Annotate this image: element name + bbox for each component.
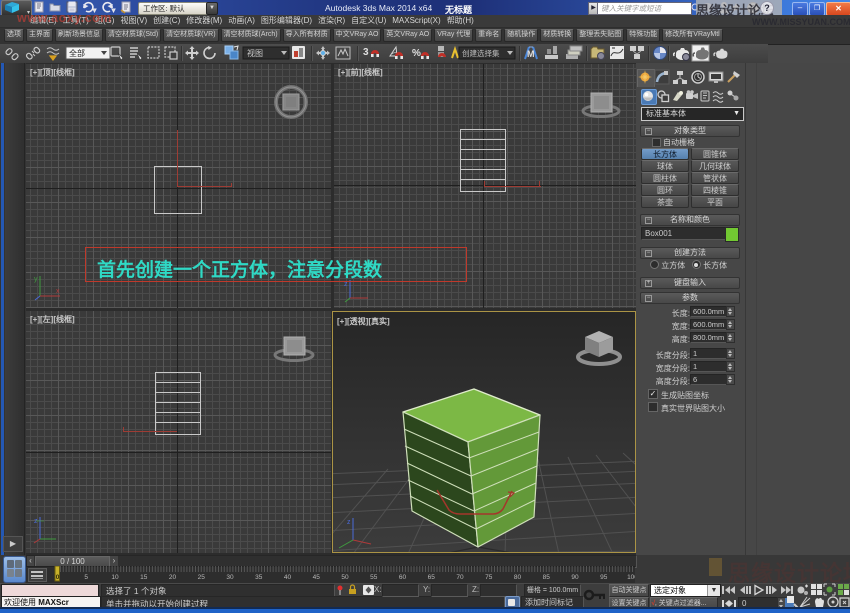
svg-text:x: x [56, 288, 60, 295]
svg-text:z: z [344, 281, 348, 288]
svg-text:90: 90 [571, 574, 579, 581]
svg-text:y: y [34, 276, 38, 283]
svg-text:35: 35 [255, 574, 263, 581]
svg-text:视图: 视图 [247, 48, 263, 58]
svg-text:全部: 全部 [69, 48, 85, 58]
svg-text:创建选择集: 创建选择集 [462, 48, 500, 58]
svg-text:5: 5 [84, 574, 88, 581]
svg-text:M: M [527, 49, 535, 59]
svg-text:30: 30 [226, 574, 234, 581]
svg-text:▾: ▾ [112, 8, 115, 14]
svg-text:75: 75 [485, 574, 493, 581]
svg-text:70: 70 [456, 574, 464, 581]
svg-text:50: 50 [341, 574, 349, 581]
svg-text:15: 15 [140, 574, 148, 581]
svg-text:0: 0 [56, 574, 60, 581]
svg-text:45: 45 [313, 574, 321, 581]
svg-text:55: 55 [370, 574, 378, 581]
svg-text:25: 25 [198, 574, 206, 581]
svg-text:60: 60 [399, 574, 407, 581]
svg-text:80: 80 [514, 574, 522, 581]
svg-text:85: 85 [543, 574, 551, 581]
svg-text:10: 10 [111, 574, 119, 581]
svg-text:%: % [412, 48, 421, 59]
svg-text:z: z [347, 519, 351, 526]
svg-text:65: 65 [428, 574, 436, 581]
svg-text:40: 40 [284, 574, 292, 581]
svg-text:95: 95 [600, 574, 608, 581]
svg-text:20: 20 [169, 574, 177, 581]
svg-text:100: 100 [627, 574, 635, 581]
svg-text:3: 3 [363, 47, 369, 58]
